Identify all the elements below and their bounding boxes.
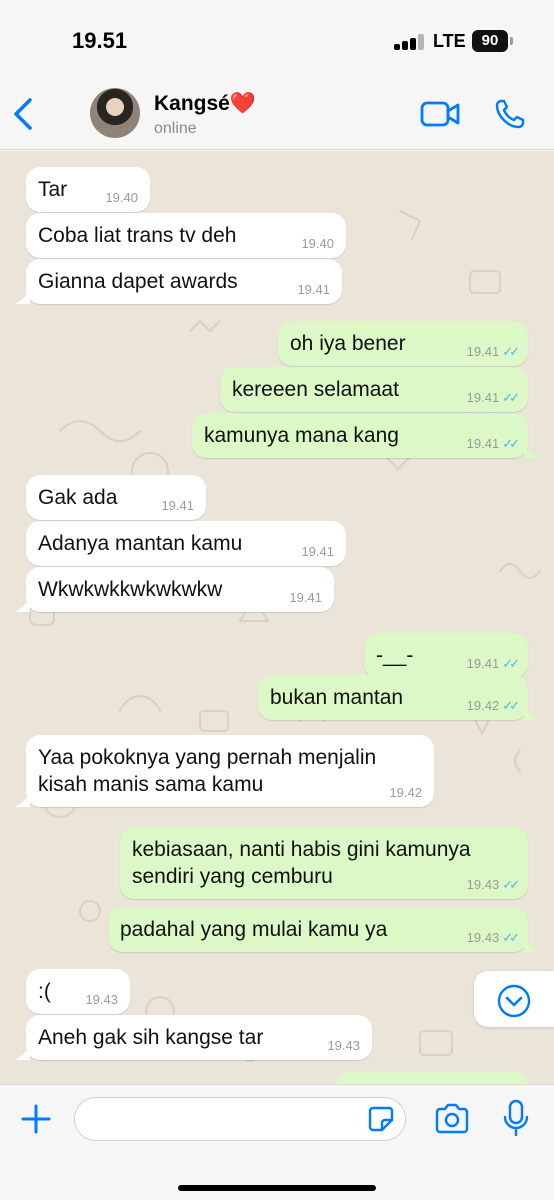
signal-strength-icon [394,34,428,50]
contact-name[interactable]: Kangsé❤️ [154,92,256,116]
incoming-message[interactable]: Wkwkwkkwkwkwkw 19.41 [26,567,334,612]
message-time: 19.41 [466,390,500,405]
incoming-message[interactable]: Coba liat trans tv deh 19.40 [26,213,346,258]
back-chevron-icon[interactable] [10,96,38,132]
read-receipt-icon: ✓✓ [502,698,520,713]
message-text: Adanya mantan kamu [38,532,243,555]
outgoing-message-partial[interactable] [336,1071,528,1084]
message-timestamp: 19.40 [301,236,334,252]
scroll-to-bottom-button[interactable] [474,971,554,1027]
incoming-message[interactable]: Yaa pokoknya yang pernah menjalin kisah m… [26,735,434,807]
outgoing-message[interactable]: -__- 19.41 ✓✓ [364,633,528,678]
message-text: sendiri yang cemburu [132,865,333,888]
message-time: 19.41 [297,282,330,297]
incoming-message[interactable]: :(19.43 [26,969,130,1014]
bubble-tail [14,793,30,807]
camera-icon[interactable] [434,1103,470,1135]
message-time: 19.41 [161,498,194,513]
message-timestamp: 19.43 [327,1038,360,1054]
message-time: 19.43 [85,992,118,1007]
bubble-tail [14,1046,30,1060]
plus-attach-icon[interactable] [20,1103,52,1135]
battery-level: 90 [472,30,508,52]
outgoing-message[interactable]: padahal yang mulai kamu ya 19.43 ✓✓ [108,907,528,952]
incoming-message[interactable]: Aneh gak sih kangse tar 19.43 [26,1015,372,1060]
message-input-bar [0,1084,554,1200]
contact-status: online [154,120,197,137]
message-timestamp: 19.41 ✓✓ [466,436,520,452]
message-time: 19.43 [466,877,500,892]
sticker-icon[interactable] [368,1106,394,1132]
read-receipt-icon: ✓✓ [502,656,520,671]
bubble-tail [524,706,540,720]
outgoing-message[interactable]: kamunya mana kang 19.41 ✓✓ [192,413,528,458]
chat-header: Kangsé❤️ online [0,80,554,150]
read-receipt-icon: ✓✓ [502,344,520,359]
message-time: 19.42 [389,785,422,800]
phone-call-icon[interactable] [494,98,526,130]
message-timestamp: 19.41 [161,498,194,514]
home-indicator [178,1185,376,1191]
message-time: 19.41 [466,656,500,671]
bubble-tail [14,290,30,304]
message-text: Wkwkwkkwkwkwkw [38,578,223,601]
battery-icon [510,37,513,45]
outgoing-message[interactable]: kereeen selamaat 19.41 ✓✓ [220,367,528,412]
message-text: Aneh gak sih kangse tar [38,1026,264,1049]
incoming-message[interactable]: Adanya mantan kamu 19.41 [26,521,346,566]
incoming-message[interactable]: Tar 19.40 [26,167,150,212]
read-receipt-icon: ✓✓ [502,390,520,405]
network-type: LTE [433,31,466,51]
message-text: Yaa pokoknya yang pernah menjalin [38,746,377,769]
message-timestamp: 19.41 ✓✓ [466,344,520,360]
status-bar: 19.51 LTE 90 [0,0,554,80]
message-timestamp: 19.43 ✓✓ [466,930,520,946]
incoming-message[interactable]: Gak ada 19.41 [26,475,206,520]
status-time: 19.51 [72,28,128,53]
read-receipt-icon: ✓✓ [502,436,520,451]
message-time: 19.40 [301,236,334,251]
outgoing-message[interactable]: bukan mantan 19.42 ✓✓ [258,675,528,720]
bubble-tail [524,938,540,952]
read-receipt-icon: ✓✓ [502,930,520,945]
message-timestamp: 19.40 [105,190,138,206]
message-text: padahal yang mulai kamu ya [120,918,388,941]
read-receipt-icon: ✓✓ [502,877,520,892]
message-time: 19.41 [289,590,322,605]
message-time: 19.41 [466,436,500,451]
message-timestamp: 19.41 ✓✓ [466,656,520,672]
message-timestamp: 19.42 [389,785,422,801]
message-time: 19.41 [466,344,500,359]
message-timestamp: 19.41 [289,590,322,606]
message-timestamp: 19.42 ✓✓ [466,698,520,714]
outgoing-message[interactable]: kebiasaan, nanti habis gini kamunya sendi… [120,827,528,899]
message-timestamp: 19.43 ✓✓ [466,877,520,893]
incoming-message[interactable]: Gianna dapet awards 19.41 [26,259,342,304]
message-time: 19.43 [327,1038,360,1053]
message-text: kebiasaan, nanti habis gini kamunya [132,838,471,861]
message-text: Coba liat trans tv deh [38,224,237,247]
message-time: 19.42 [466,698,500,713]
chat-area[interactable]: Tar 19.40 Coba liat trans tv deh 19.40 Giann… [0,151,554,1084]
message-time: 19.41 [301,544,334,559]
message-timestamp: 19.43 [85,992,118,1008]
chevron-down-icon [497,984,531,1018]
outgoing-message[interactable]: oh iya bener 19.41 ✓✓ [278,321,528,366]
message-time: 19.40 [105,190,138,205]
message-text: Gianna dapet awards [38,270,238,293]
message-time: 19.43 [466,930,500,945]
avatar[interactable] [90,88,140,138]
message-input[interactable] [74,1097,406,1141]
microphone-icon[interactable] [502,1099,530,1137]
bubble-tail [524,444,540,458]
message-timestamp: 19.41 ✓✓ [466,390,520,406]
video-call-icon[interactable] [420,100,460,128]
message-timestamp: 19.41 [297,282,330,298]
bubble-tail [14,598,30,612]
message-timestamp: 19.41 [301,544,334,560]
message-text: kisah manis sama kamu [38,773,264,796]
